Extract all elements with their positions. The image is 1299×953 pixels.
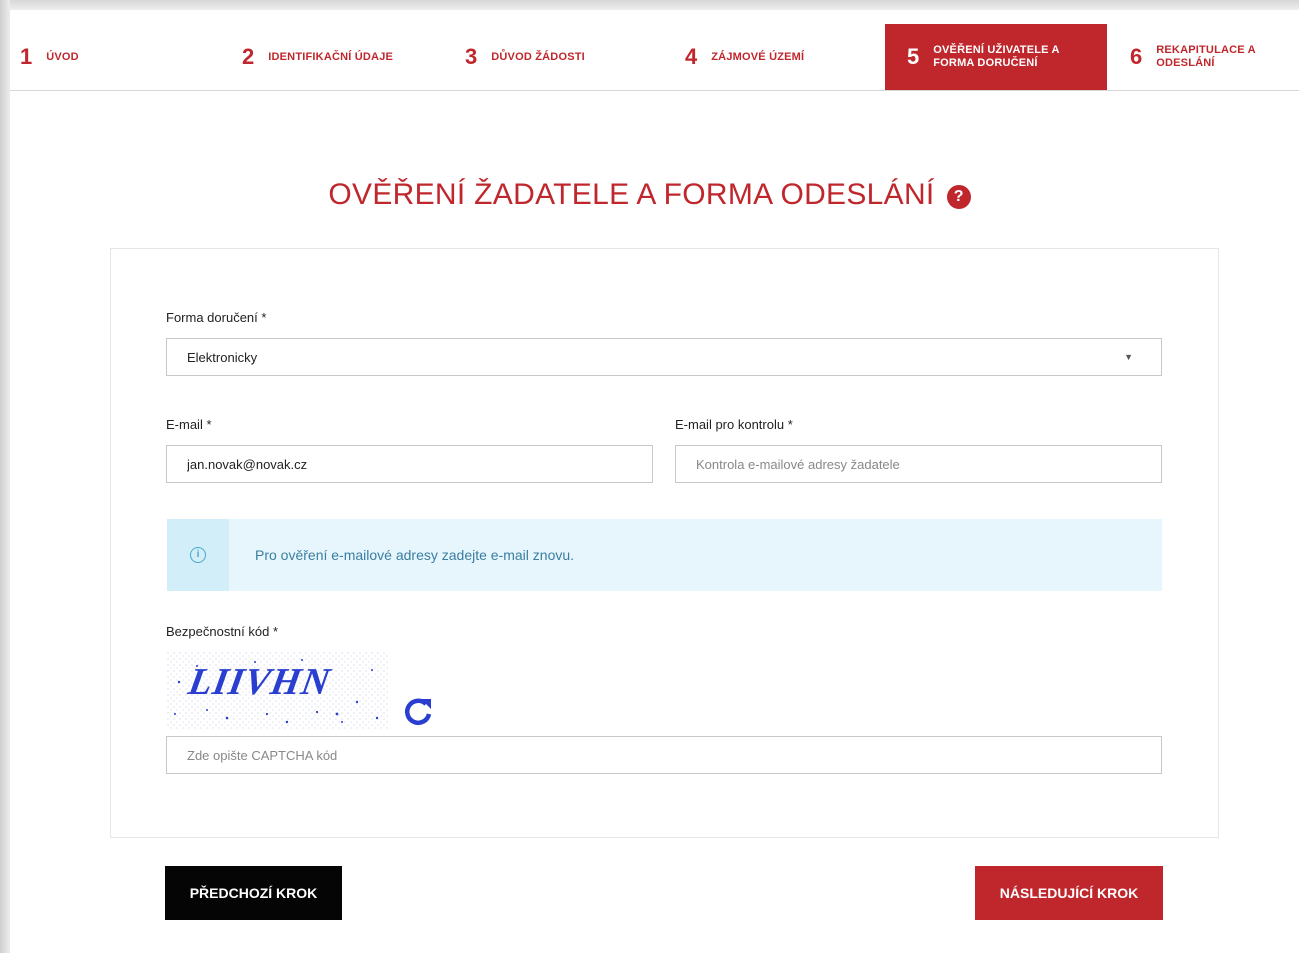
info-circle-icon: i [190, 547, 206, 563]
next-step-button[interactable]: NÁSLEDUJÍCÍ KROK [975, 866, 1163, 920]
captcha-label: Bezpečnostní kód * [166, 624, 279, 639]
email-label: E-mail * [166, 417, 212, 432]
step-number: 1 [20, 44, 33, 69]
step-number: 6 [1130, 44, 1143, 69]
form-card: Forma doručení * Elektronicky ▼ E-mail *… [110, 248, 1219, 838]
delivery-select-value: Elektronicky [187, 349, 258, 365]
step-number: 4 [685, 44, 698, 69]
refresh-icon[interactable] [401, 695, 435, 729]
step-label: REKAPITULACE A ODESLÁNÍ [1156, 44, 1256, 69]
email-confirm-input[interactable] [675, 445, 1162, 483]
step-number: 3 [465, 44, 478, 69]
step-2[interactable]: 2 IDENTIFIKAČNÍ ÚDAJE [242, 24, 452, 90]
info-alert-text: Pro ověření e-mailové adresy zadejte e-m… [255, 547, 575, 563]
step-label: ZÁJMOVÉ ÚZEMÍ [711, 50, 805, 63]
delivery-select[interactable]: Elektronicky ▼ [166, 338, 1162, 376]
info-alert-icon-area: i [167, 519, 229, 591]
info-alert: i Pro ověření e-mailové adresy zadejte e… [167, 519, 1162, 591]
step-label: OVĚŘENÍ UŽIVATELE A FORMA DORUČENÍ [933, 44, 1060, 69]
step-1[interactable]: 1 ÚVOD [20, 24, 220, 90]
step-5-active[interactable]: 5 OVĚŘENÍ UŽIVATELE A FORMA DORUČENÍ [885, 24, 1107, 90]
step-label: IDENTIFIKAČNÍ ÚDAJE [268, 50, 394, 63]
step-6[interactable]: 6 REKAPITULACE A ODESLÁNÍ [1130, 24, 1295, 90]
question-circle-icon[interactable]: ? [946, 185, 971, 209]
captcha-input[interactable] [166, 736, 1162, 774]
delivery-label: Forma doručení * [166, 310, 267, 325]
step-number: 5 [907, 44, 920, 69]
page-title: OVĚŘENÍ ŽADATELE A FORMA ODESLÁNÍ ? [0, 178, 1299, 212]
captcha-code: LIIVHN [185, 661, 334, 703]
step-number: 2 [242, 44, 255, 69]
step-label: ÚVOD [46, 50, 79, 63]
step-label: DŮVOD ŽÁDOSTI [491, 50, 585, 63]
previous-step-button[interactable]: PŘEDCHOZÍ KROK [165, 866, 342, 920]
page-title-text: OVĚŘENÍ ŽADATELE A FORMA ODESLÁNÍ [328, 178, 935, 211]
window-edge-left [0, 0, 10, 953]
step-3[interactable]: 3 DŮVOD ŽÁDOSTI [465, 24, 665, 90]
window-edge-top [0, 0, 1299, 10]
email-confirm-label: E-mail pro kontrolu * [675, 417, 793, 432]
email-input[interactable] [166, 445, 653, 483]
step-navigation: 1 ÚVOD 2 IDENTIFIKAČNÍ ÚDAJE 3 DŮVOD ŽÁD… [10, 24, 1299, 91]
step-4[interactable]: 4 ZÁJMOVÉ ÚZEMÍ [685, 24, 875, 90]
captcha-image: LIIVHN [167, 652, 389, 730]
caret-down-icon: ▼ [1124, 352, 1133, 362]
